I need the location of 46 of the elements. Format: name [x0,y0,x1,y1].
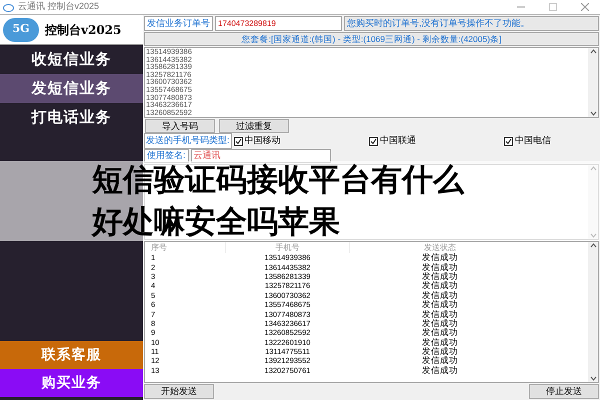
table-cell-text: 发信成功 [421,328,459,338]
table-cell-text: 发信成功 [421,356,459,366]
close-icon[interactable] [581,3,589,11]
sidebar-item[interactable]: 发短信业务 [0,74,143,103]
table-cell-text: 发信成功 [421,281,459,290]
chevron-down-icon[interactable] [590,111,596,116]
table-cell-text: 发信成功 [421,253,459,262]
checkbox[interactable] [504,136,513,146]
carrier-label: 发送的手机号码类型: [144,133,232,149]
window-title: 云通讯 控制台v2025 [18,0,100,14]
headline-text: 短信验证码接收平台有什么 [92,161,464,199]
chevron-down-icon[interactable] [590,376,596,381]
checkbox-label: 中国联通 [380,134,416,148]
signature-input[interactable]: 云通讯 [190,149,331,163]
table-cell-text: 发信成功 [421,272,459,281]
table-cell-text: 发信成功 [421,366,459,375]
order-hint: 您购买时的订单号,没有订单号操作不了功能。 [344,16,599,31]
action-button[interactable]: 导入号码 [145,119,215,133]
checkbox-label: 中国移动 [244,134,281,148]
sidebar-action[interactable]: 联系客服 [0,341,143,369]
logo-text: 控制台v2025 [45,22,122,38]
headline-text: 好处嘛安全吗苹果 [92,203,340,241]
table-cell-text: 发信成功 [421,262,459,272]
send-button[interactable]: 开始发送 [144,384,214,399]
scrollbar[interactable] [588,48,598,117]
checkbox[interactable] [368,136,378,146]
table-cell-text: 发信成功 [421,338,459,347]
order-label: 发信业务订单号 [144,16,213,31]
logo-badge: 5G [3,18,39,42]
action-button[interactable]: 过滤重复 [219,119,289,133]
chevron-up-icon[interactable] [590,243,596,248]
table-cell-text: 发信成功 [421,347,459,356]
table-cell-text: 发信成功 [421,318,459,328]
table-cell-text: 发信成功 [421,300,459,310]
order-input[interactable]: 1740473289819 [215,16,342,31]
maximize-icon[interactable] [549,3,557,11]
chevron-up-icon[interactable] [590,49,596,54]
sidebar-action[interactable]: 购买业务 [0,369,143,397]
checkbox-label: 中国电信 [514,134,551,148]
scrollbar[interactable] [588,242,598,382]
package-info: 您套餐:[国家通道:(韩国) - 类型:(1069三网通) - 剩余数量:(42005)条] [144,32,599,46]
table-cell-text: 发信成功 [421,310,459,319]
table-cell-text: 发信成功 [421,290,459,300]
signature-label: 使用签名: [144,149,189,163]
checkbox[interactable] [234,136,243,146]
send-button[interactable]: 停止发送 [529,384,599,399]
